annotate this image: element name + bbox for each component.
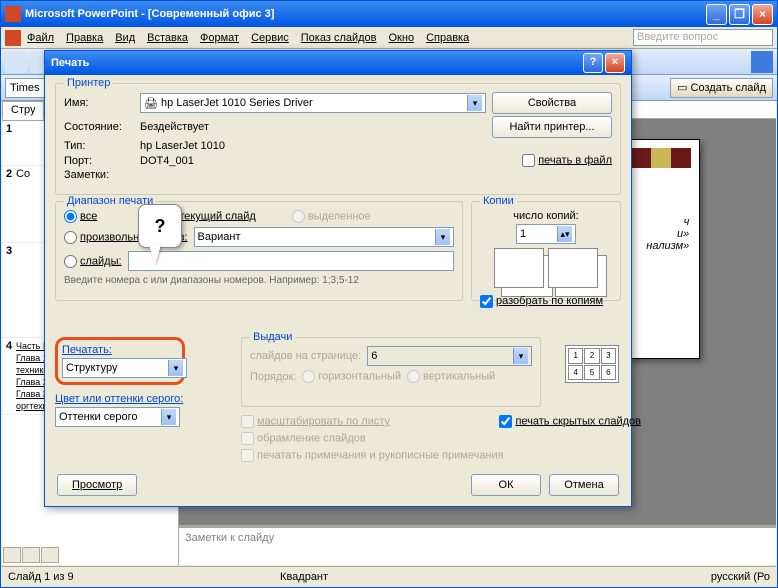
cancel-button[interactable]: Отмена [549,474,619,496]
app-icon [5,6,21,22]
chevron-down-icon: ▾ [467,95,482,111]
print-what-select[interactable]: Структуру▾ [62,358,187,378]
window-title: Microsoft PowerPoint - [Современный офис… [25,8,704,20]
range-group: Диапазон печати все текущий слайд выделе… [55,201,463,301]
menu-file[interactable]: Файл [27,32,54,44]
port-value: DOT4_001 [140,155,486,167]
collate-preview-icon [548,248,598,288]
order-vert-radio: вертикальный [407,370,495,383]
scale-checkbox: масштабировать по листу [241,415,390,428]
order-horiz-radio: горизонтальный [302,370,401,383]
chevron-down-icon: ▾ [161,409,176,425]
print-to-file-checkbox[interactable]: печать в файл [522,154,612,167]
perpage-select: 6▾ [367,346,532,366]
notes-checkbox: печатать примечания и рукописные примеча… [241,449,504,462]
tab-structure[interactable]: Стру [2,101,44,120]
menu-view[interactable]: Вид [115,32,135,44]
copies-spinner[interactable]: 1▴▾ [516,224,576,244]
slides-input[interactable] [128,251,454,271]
name-label: Имя: [64,97,134,109]
help-search-input[interactable]: Введите вопрос [633,29,773,46]
find-printer-button[interactable]: Найти принтер... [492,116,612,138]
perpage-label: слайдов на странице: [250,350,361,362]
menu-insert[interactable]: Вставка [147,32,188,44]
printer-select[interactable]: 🖨 hp LaserJet 1010 Series Driver ▾ [140,93,486,113]
properties-button[interactable]: Свойства [492,92,612,114]
new-slide-icon: ▭ [677,81,687,94]
color-label: Цвет или оттенки серого: [55,393,235,405]
print-dialog: Печать ? × Принтер Имя: 🖨 hp LaserJet 10… [44,50,632,507]
printer-icon: 🖨 [144,97,158,110]
preview-button[interactable]: Просмотр [57,474,137,496]
printer-legend: Принтер [64,77,113,89]
help-icon[interactable] [751,51,773,73]
collate-checkbox[interactable]: разобрать по копиям [480,295,603,307]
printer-notes-label: Заметки: [64,169,134,181]
handout-layout-icon: 123456 [565,345,619,383]
handouts-group: Выдачи слайдов на странице: 6▾ Порядок: … [241,337,541,407]
print-what-section: Печатать: Структуру▾ [55,337,185,385]
new-icon[interactable] [5,51,27,73]
font-value: Times [10,82,40,94]
status-slide: Слайд 1 из 9 [8,571,74,583]
chevron-down-icon: ▾ [168,360,183,376]
view-buttons [3,547,59,565]
collate-preview-icon [494,248,544,288]
print-options: масштабировать по листу печать скрытых с… [241,415,641,466]
handouts-legend: Выдачи [250,331,295,343]
status-language: русский (Ро [711,571,770,583]
menu-edit[interactable]: Правка [66,32,103,44]
notes-pane[interactable]: Заметки к слайду [179,525,776,565]
custom-show-select[interactable]: Вариант▾ [194,227,454,247]
hidden-checkbox[interactable]: печать скрытых слайдов [499,415,641,428]
menu-format[interactable]: Формат [200,32,239,44]
copies-group: Копии число копий: 1▴▾ разобрать по копи… [471,201,621,301]
menu-slideshow[interactable]: Показ слайдов [301,32,377,44]
dialog-close-button[interactable]: × [605,53,625,73]
color-select[interactable]: Оттенки серого▾ [55,407,180,427]
help-callout: ? [138,204,182,248]
dialog-title: Печать [51,57,89,69]
menu-window[interactable]: Окно [389,32,415,44]
port-label: Порт: [64,155,134,167]
type-value: hp LaserJet 1010 [140,140,612,152]
range-selection-radio: выделенное [292,210,371,223]
dialog-titlebar: Печать ? × [45,51,631,75]
close-button[interactable]: × [752,4,773,25]
printer-group: Принтер Имя: 🖨 hp LaserJet 1010 Series D… [55,83,621,195]
range-slides-radio[interactable]: слайды: [64,255,122,268]
copies-legend: Копии [480,195,517,207]
frame-checkbox: обрамление слайдов [241,432,366,445]
sorter-view-icon[interactable] [22,547,40,563]
status-template: Квадрант [280,571,328,583]
menubar: Файл Правка Вид Вставка Формат Сервис По… [1,27,777,49]
status-label: Состояние: [64,121,134,133]
minimize-button[interactable]: _ [706,4,727,25]
type-label: Тип: [64,140,134,152]
order-label: Порядок: [250,371,296,383]
ok-button[interactable]: ОК [471,474,541,496]
dialog-help-button[interactable]: ? [583,53,603,73]
range-all-radio[interactable]: все [64,210,97,223]
titlebar: Microsoft PowerPoint - [Современный офис… [1,1,777,27]
range-hint: Введите номера с или диапазоны номеров. … [64,275,454,286]
print-what-label: Печатать: [62,344,178,356]
status-value: Бездействует [140,121,486,133]
menu-help[interactable]: Справка [426,32,469,44]
spinner-icon: ▴▾ [557,226,572,242]
slideshow-view-icon[interactable] [41,547,59,563]
color-section: Цвет или оттенки серого: Оттенки серого▾ [55,393,235,427]
statusbar: Слайд 1 из 9 Квадрант русский (Ро [2,566,776,587]
chevron-down-icon: ▾ [435,229,450,245]
maximize-button[interactable]: ❐ [729,4,750,25]
chevron-down-icon: ▾ [513,348,528,364]
copies-count-label: число копий: [480,210,612,222]
doc-icon [5,30,21,46]
normal-view-icon[interactable] [3,547,21,563]
menu-tools[interactable]: Сервис [251,32,289,44]
create-slide-button[interactable]: ▭ Создать слайд [670,78,773,98]
